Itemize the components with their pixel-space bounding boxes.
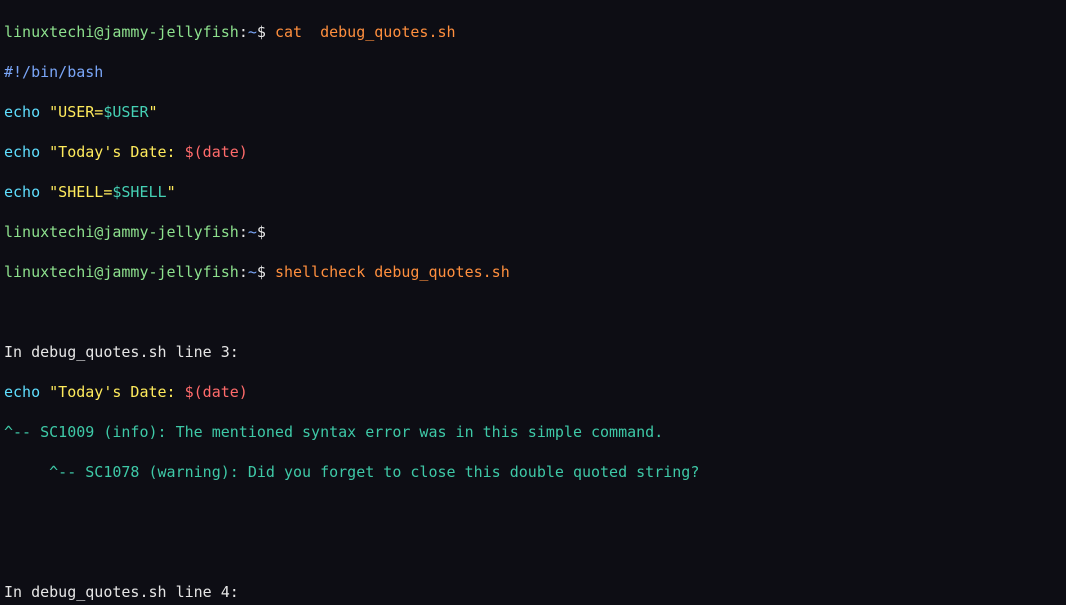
blank-line (4, 542, 1062, 562)
prompt-dollar: $ (257, 23, 266, 41)
prompt-sep: : (239, 23, 248, 41)
blank-line (4, 502, 1062, 522)
terminal-output: linuxtechi@jammy-jellyfish:~$ cat debug_… (0, 0, 1066, 605)
script-line-3: echo "SHELL=$SHELL" (4, 182, 1062, 202)
prompt-line-3[interactable]: linuxtechi@jammy-jellyfish:~$ shellcheck… (4, 262, 1062, 282)
prompt-path: ~ (248, 23, 257, 41)
sc1009-info: ^-- SC1009 (info): The mentioned syntax … (4, 422, 1062, 442)
prompt-line-2[interactable]: linuxtechi@jammy-jellyfish:~$ (4, 222, 1062, 242)
prompt-line-1[interactable]: linuxtechi@jammy-jellyfish:~$ cat debug_… (4, 22, 1062, 42)
script-shebang: #!/bin/bash (4, 62, 1062, 82)
command-cat: cat debug_quotes.sh (275, 23, 456, 41)
command-shellcheck: shellcheck debug_quotes.sh (275, 263, 510, 281)
prompt-userhost: linuxtechi@jammy-jellyfish (4, 23, 239, 41)
section-1-code: echo "Today's Date: $(date) (4, 382, 1062, 402)
script-line-2: echo "Today's Date: $(date) (4, 142, 1062, 162)
blank-line (4, 302, 1062, 322)
section-2-header: In debug_quotes.sh line 4: (4, 582, 1062, 602)
script-line-1: echo "USER=$USER" (4, 102, 1062, 122)
sc1078-warning: ^-- SC1078 (warning): Did you forget to … (4, 462, 1062, 482)
section-1-header: In debug_quotes.sh line 3: (4, 342, 1062, 362)
